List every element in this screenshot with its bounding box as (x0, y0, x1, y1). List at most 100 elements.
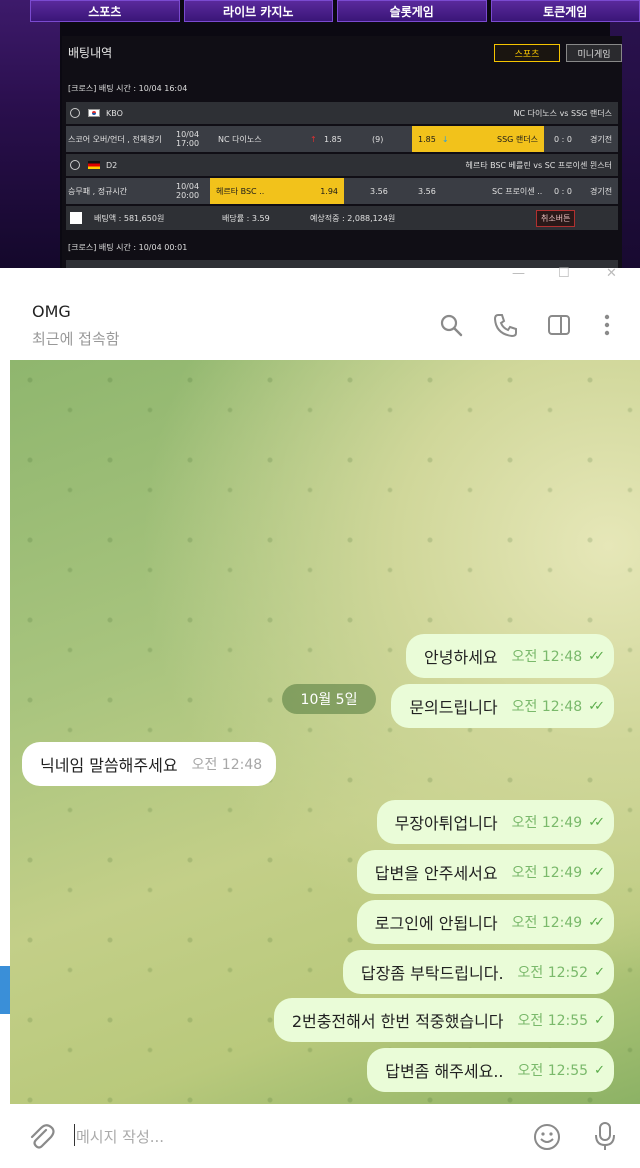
message-composer: 메시지 작성... (0, 1104, 640, 1168)
chat-name[interactable]: OMG (32, 302, 71, 321)
baseball-icon (70, 108, 80, 118)
date-separator: 10월 5일 (282, 684, 376, 714)
message-text: 답변을 안주세서요 (374, 864, 498, 883)
single-check-icon: ✓ (594, 964, 605, 980)
match-row: 스코어 오버/언더 , 전체경기 10/04 17:00 NC 다이노스 ↑ 1… (66, 126, 618, 152)
away-odds[interactable]: 3.56 (418, 178, 436, 204)
nav-tab-slot[interactable]: 슬롯게임 (337, 0, 487, 22)
message-bubble-outgoing[interactable]: 안녕하세요 오전 12:48 ✓✓ (406, 634, 614, 678)
minimize-button[interactable]: — (512, 266, 525, 281)
message-time: 오전 12:49 (511, 865, 583, 881)
attach-icon[interactable] (26, 1122, 56, 1152)
message-bubble-outgoing[interactable]: 2번충전해서 한번 적중했습니다 오전 12:55 ✓ (273, 998, 614, 1042)
down-arrow-icon: ↓ (441, 134, 449, 144)
message-bubble-outgoing[interactable]: 답장좀 부탁드립니다. 오전 12:52 ✓ (342, 950, 614, 994)
draw-odds[interactable]: 3.56 (370, 178, 388, 204)
home-team: 헤르타 BSC .. (216, 186, 265, 196)
matchup-title: 헤르타 BSC 베를린 vs SC 프로이센 뮌스터 (465, 160, 612, 170)
message-time: 오전 12:48 (511, 649, 583, 665)
bet-summary-row: 배팅액 : 581,650원 배당률 : 3.59 예상적중 : 2,088,1… (66, 206, 618, 230)
message-time: 오전 12:52 (517, 965, 589, 981)
game-status: 경기전 (590, 134, 613, 144)
double-check-icon: ✓✓ (588, 814, 605, 830)
nav-tab-token[interactable]: 토큰게임 (490, 0, 640, 22)
message-bubble-incoming[interactable]: 닉네임 말씀해주세요 오전 12:48 (22, 742, 277, 786)
filter-sports-button[interactable]: 스포츠 (494, 44, 560, 62)
message-time: 오전 12:55 (517, 1013, 589, 1029)
message-time: 오전 12:49 (511, 915, 583, 931)
sidebar-toggle-icon[interactable] (546, 312, 572, 338)
up-arrow-icon: ↑ (310, 134, 317, 144)
message-bubble-outgoing[interactable]: 답변좀 해주세요.. 오전 12:55 ✓ (367, 1048, 614, 1092)
more-vertical-icon[interactable] (594, 312, 620, 338)
message-text: 무장아튀업니다 (394, 814, 498, 833)
nav-tab-sports[interactable]: 스포츠 (30, 0, 180, 22)
telegram-window: — ☐ ✕ OMG 최근에 접속함 10월 5일 안녕하세요 오전 12:48 … (0, 266, 640, 1168)
left-panel-highlight (0, 966, 10, 1014)
match-row: 승무패 , 정규시간 10/04 20:00 헤르타 BSC .. 1.94 3… (66, 178, 618, 204)
double-check-icon: ✓✓ (588, 914, 605, 930)
message-bubble-outgoing[interactable]: 로그인에 안됩니다 오전 12:49 ✓✓ (356, 900, 614, 944)
emoji-icon[interactable] (532, 1122, 562, 1152)
next-league-row (66, 260, 618, 268)
korea-flag-icon (88, 109, 100, 117)
message-text: 로그인에 안됩니다 (374, 914, 498, 933)
filter-mini-button[interactable]: 미니게임 (566, 44, 622, 62)
home-odds: 1.94 (320, 186, 338, 196)
maximize-button[interactable]: ☐ (558, 266, 570, 281)
panel-title: 배팅내역 (68, 46, 113, 60)
expected-win: 예상적중 : 2,088,124원 (310, 213, 396, 223)
league-row-d2: D2 헤르타 BSC 베를린 vs SC 프로이센 뮌스터 (66, 154, 618, 176)
bet-type: 승무패 , 정규시간 (68, 186, 128, 196)
message-time: 오전 12:48 (511, 699, 583, 715)
message-time: 오전 12:49 (511, 815, 583, 831)
home-odds[interactable]: 1.85 (324, 126, 342, 152)
message-text: 안녕하세요 (424, 648, 498, 667)
away-odds: 1.85 (418, 134, 436, 144)
text-cursor (74, 1124, 75, 1146)
message-text: 2번충전해서 한번 적중했습니다 (291, 1012, 504, 1031)
bet-time-label: [크로스] 배팅 시간 : 10/04 16:04 (68, 84, 188, 93)
chat-header: OMG 최근에 접속함 (0, 282, 640, 358)
score: 0 : 0 (554, 134, 572, 144)
match-time: 20:00 (176, 191, 200, 200)
score: 0 : 0 (554, 186, 572, 196)
bet-amount: 배팅액 : 581,650원 (94, 213, 165, 223)
purple-side-glow (0, 0, 60, 268)
double-check-icon: ✓✓ (588, 648, 605, 664)
message-text: 문의드립니다 (409, 698, 498, 717)
home-team: NC 다이노스 (218, 134, 262, 144)
selected-away-odds[interactable]: 1.85 ↓ SSG 랜더스 (412, 126, 544, 152)
select-checkbox[interactable] (70, 212, 82, 224)
league-name: KBO (106, 108, 123, 118)
selected-home-odds[interactable]: 헤르타 BSC .. 1.94 (210, 178, 344, 204)
message-text: 답장좀 부탁드립니다. (360, 964, 504, 983)
message-input[interactable]: 메시지 작성... (76, 1126, 164, 1147)
double-check-icon: ✓✓ (588, 864, 605, 880)
message-bubble-outgoing[interactable]: 답변을 안주세서요 오전 12:49 ✓✓ (356, 850, 614, 894)
match-time: 17:00 (176, 139, 200, 148)
message-bubble-outgoing[interactable]: 문의드립니다 오전 12:48 ✓✓ (391, 684, 614, 728)
double-check-icon: ✓✓ (588, 698, 605, 714)
away-team: SSG 랜더스 (497, 134, 538, 144)
close-button[interactable]: ✕ (606, 266, 617, 281)
matchup-title: NC 다이노스 vs SSG 랜더스 (513, 108, 612, 118)
message-time: 오전 12:48 (191, 757, 263, 773)
message-time: 오전 12:55 (517, 1063, 589, 1079)
message-text: 답변좀 해주세요.. (385, 1062, 504, 1081)
search-icon[interactable] (438, 312, 464, 338)
match-date: 10/04 (176, 130, 200, 139)
phone-icon[interactable] (492, 312, 518, 338)
microphone-icon[interactable] (590, 1120, 620, 1152)
single-check-icon: ✓ (594, 1012, 605, 1028)
cancel-button[interactable]: 취소버튼 (536, 209, 576, 227)
nav-tab-live-casino[interactable]: 라이브 카지노 (183, 0, 333, 22)
bet-history-panel: 배팅내역 스포츠 미니게임 [크로스] 배팅 시간 : 10/04 16:04 … (62, 36, 622, 268)
game-status: 경기전 (590, 186, 613, 196)
bet-time-label: [크로스] 배팅 시간 : 10/04 00:01 (68, 243, 188, 252)
league-row-kbo: KBO NC 다이노스 vs SSG 랜더스 (66, 102, 618, 124)
match-date: 10/04 (176, 182, 200, 191)
message-bubble-outgoing[interactable]: 무장아튀업니다 오전 12:49 ✓✓ (376, 800, 614, 844)
league-name: D2 (106, 160, 118, 170)
handicap-line: (9) (372, 134, 384, 144)
